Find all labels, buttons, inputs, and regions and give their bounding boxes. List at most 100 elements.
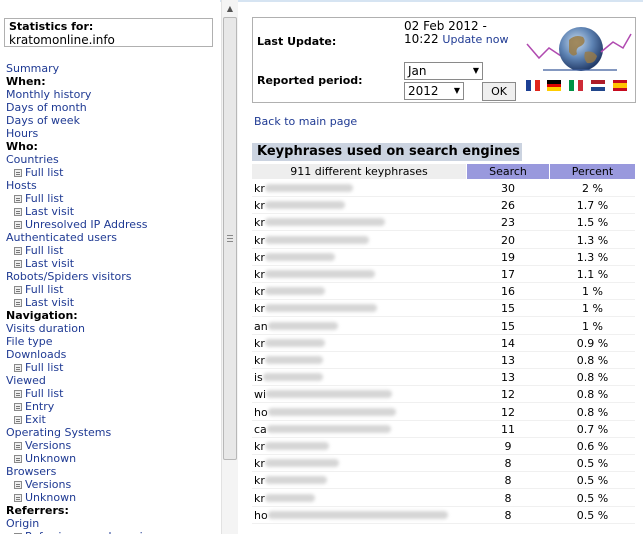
menu-link[interactable]: Viewed — [6, 374, 46, 387]
menu-link[interactable]: Days of week — [6, 114, 80, 127]
list-bullet-icon — [14, 364, 22, 372]
dropdown-arrow-icon: ▼ — [472, 66, 479, 75]
menu-link-label[interactable]: Last visit — [25, 205, 74, 218]
menu-link[interactable]: Monthly history — [6, 88, 91, 101]
percent-cell: 1 % — [582, 302, 603, 316]
menu-subitem[interactable]: Entry — [14, 400, 54, 413]
month-select-value: Jan — [408, 64, 427, 78]
menu-link[interactable]: Authenticated users — [6, 231, 117, 244]
menu-link-label[interactable]: Unknown — [25, 452, 76, 465]
menu-link-label[interactable]: Full list — [25, 361, 63, 374]
search-count-cell: 14 — [501, 336, 515, 350]
menu-link-label[interactable]: Full list — [25, 387, 63, 400]
menu-link-label[interactable]: Summary — [6, 62, 59, 75]
menu-link-label[interactable]: Days of month — [6, 101, 87, 114]
keyphrase-prefix: kr — [254, 199, 265, 213]
flag-italy-icon[interactable] — [569, 80, 583, 91]
redacted-keyphrase — [264, 235, 369, 244]
menu-link-label[interactable]: Full list — [25, 192, 63, 205]
redacted-keyphrase — [266, 424, 391, 433]
list-bullet-icon — [14, 481, 22, 489]
ok-button[interactable]: OK — [482, 82, 516, 101]
menu-link-label[interactable]: Full list — [25, 244, 63, 257]
percent-cell: 0.8 % — [576, 354, 609, 367]
menu-link[interactable]: Browsers — [6, 465, 56, 478]
list-bullet-icon — [14, 455, 22, 463]
menu-subitem[interactable]: Unresolved IP Address — [14, 218, 148, 231]
menu-link[interactable]: Countries — [6, 153, 59, 166]
menu-link[interactable]: Downloads — [6, 348, 66, 361]
list-bullet-icon — [14, 208, 22, 216]
menu-link-label[interactable]: Downloads — [6, 348, 66, 361]
update-now-link[interactable]: Update now — [442, 33, 508, 46]
menu-link-label[interactable]: Robots/Spiders visitors — [6, 270, 132, 283]
menu-link[interactable]: Origin — [6, 517, 39, 530]
menu-subitem[interactable]: Referring search engines — [14, 530, 162, 534]
menu-subitem[interactable]: Exit — [14, 413, 46, 426]
back-to-main-page-link[interactable]: Back to main page — [254, 115, 357, 128]
menu-link-label[interactable]: Unresolved IP Address — [25, 218, 148, 231]
menu-subitem[interactable]: Full list — [14, 192, 63, 205]
menu-link-label[interactable]: File type — [6, 335, 52, 348]
keyphrase-prefix: kr — [254, 182, 265, 195]
flag-france-icon[interactable] — [526, 80, 540, 91]
menu-link-label[interactable]: Monthly history — [6, 88, 91, 101]
menu-link-label[interactable]: Countries — [6, 153, 59, 166]
menu-link[interactable]: Hosts — [6, 179, 37, 192]
scroll-up-arrow-icon[interactable]: ▲ — [222, 2, 238, 16]
menu-link-label[interactable]: Authenticated users — [6, 231, 117, 244]
menu-link[interactable]: Summary — [6, 62, 59, 75]
menu-link-label[interactable]: Origin — [6, 517, 39, 530]
menu-link-label[interactable]: Browsers — [6, 465, 56, 478]
menu-link-label[interactable]: Full list — [25, 283, 63, 296]
menu-link-label[interactable]: Unknown — [25, 491, 76, 504]
percent-cell: 0.5 % — [576, 508, 609, 522]
search-count-cell: 12 — [501, 388, 515, 402]
menu-link-label[interactable]: Operating Systems — [6, 426, 111, 439]
menu-link-label[interactable]: Exit — [25, 413, 46, 426]
menu-link[interactable]: File type — [6, 335, 52, 348]
menu-link[interactable]: Days of month — [6, 101, 87, 114]
menu-link-label[interactable]: Hours — [6, 127, 38, 140]
menu-link-label[interactable]: Hosts — [6, 179, 37, 192]
menu-link-label[interactable]: Days of week — [6, 114, 80, 127]
menu-link-label[interactable]: Referring search engines — [25, 530, 162, 534]
menu-link[interactable]: Operating Systems — [6, 426, 111, 439]
menu-subitem[interactable]: Full list — [14, 387, 63, 400]
table-row: is 13 0.8 % — [252, 369, 635, 387]
menu-subitem[interactable]: Unknown — [14, 452, 76, 465]
flag-germany-icon[interactable] — [547, 80, 561, 91]
redacted-keyphrase — [264, 442, 329, 450]
menu-subitem[interactable]: Unknown — [14, 491, 76, 504]
search-count-cell: 15 — [501, 319, 515, 333]
menu-scrollbar[interactable]: ▲ — [221, 0, 238, 534]
menu-subitem[interactable]: Last visit — [14, 257, 74, 270]
month-select[interactable]: Jan ▼ — [404, 62, 483, 80]
menu-link-label[interactable]: Last visit — [25, 257, 74, 270]
menu-subitem[interactable]: Last visit — [14, 296, 74, 309]
menu-link-label[interactable]: Versions — [25, 478, 71, 491]
menu-subitem[interactable]: Full list — [14, 166, 63, 179]
menu-link[interactable]: Visits duration — [6, 322, 85, 335]
flag-netherlands-icon[interactable] — [591, 80, 605, 91]
flag-spain-icon[interactable] — [613, 80, 627, 91]
menu-subitem[interactable]: Full list — [14, 283, 63, 296]
menu-link[interactable]: Hours — [6, 127, 38, 140]
keyphrase-cell: wi — [254, 388, 393, 401]
menu-link-label[interactable]: Entry — [25, 400, 54, 413]
menu-link[interactable]: Robots/Spiders visitors — [6, 270, 132, 283]
menu-link-label[interactable]: Versions — [25, 439, 71, 452]
menu-link-label[interactable]: Last visit — [25, 296, 74, 309]
awstats-globe-logo-icon — [526, 27, 632, 71]
update-info-box: Last Update: 02 Feb 2012 - 10:22 Update … — [252, 17, 636, 103]
menu-link-label[interactable]: Viewed — [6, 374, 46, 387]
menu-subitem[interactable]: Versions — [14, 478, 71, 491]
menu-link-label[interactable]: Full list — [25, 166, 63, 179]
menu-subitem[interactable]: Versions — [14, 439, 71, 452]
menu-subitem[interactable]: Last visit — [14, 205, 74, 218]
menu-subitem[interactable]: Full list — [14, 361, 63, 374]
scrollbar-thumb[interactable] — [223, 17, 237, 460]
menu-subitem[interactable]: Full list — [14, 244, 63, 257]
year-select[interactable]: 2012 ▼ — [404, 82, 464, 100]
menu-link-label[interactable]: Visits duration — [6, 322, 85, 335]
